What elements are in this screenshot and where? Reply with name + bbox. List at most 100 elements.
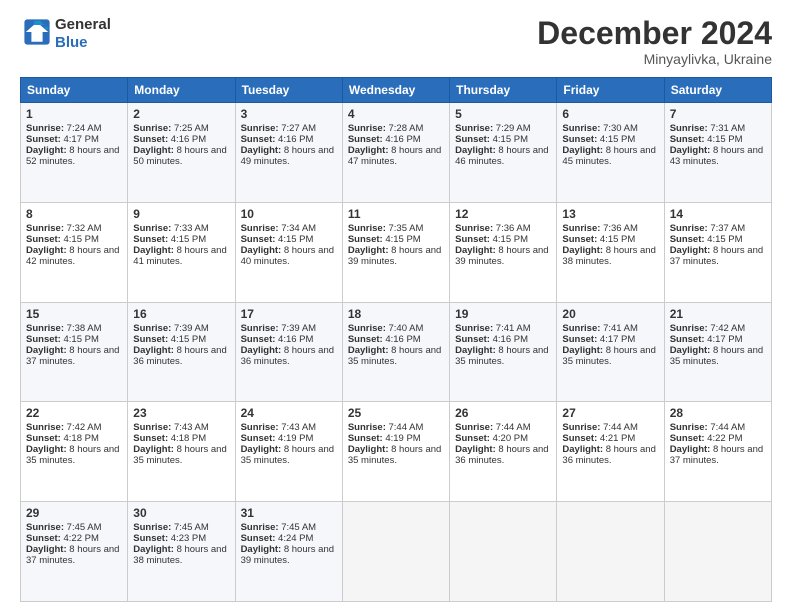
page: General Blue December 2024 Minyaylivka, … bbox=[0, 0, 792, 612]
sunset-label: Sunset: bbox=[241, 234, 278, 245]
sunrise-label: Sunrise: bbox=[241, 522, 282, 533]
table-row: 28 Sunrise: 7:44 AM Sunset: 4:22 PM Dayl… bbox=[664, 402, 771, 502]
day-number: 27 bbox=[562, 406, 658, 420]
sunset-label: Sunset: bbox=[26, 134, 63, 145]
sunrise-label: Sunrise: bbox=[133, 323, 174, 334]
col-sunday: Sunday bbox=[21, 78, 128, 103]
sunset-value: 4:15 PM bbox=[171, 234, 206, 245]
sunset-label: Sunset: bbox=[241, 334, 278, 345]
sunset-value: 4:16 PM bbox=[385, 334, 420, 345]
sunset-value: 4:15 PM bbox=[385, 234, 420, 245]
sunset-label: Sunset: bbox=[133, 433, 170, 444]
table-row: 17 Sunrise: 7:39 AM Sunset: 4:16 PM Dayl… bbox=[235, 302, 342, 402]
daylight-label: Daylight: bbox=[348, 444, 391, 455]
daylight-label: Daylight: bbox=[133, 544, 176, 555]
daylight-label: Daylight: bbox=[241, 245, 284, 256]
daylight-label: Daylight: bbox=[670, 345, 713, 356]
sunrise-label: Sunrise: bbox=[26, 522, 67, 533]
sunrise-value: 7:45 AM bbox=[281, 522, 316, 533]
table-row: 26 Sunrise: 7:44 AM Sunset: 4:20 PM Dayl… bbox=[450, 402, 557, 502]
daylight-label: Daylight: bbox=[562, 245, 605, 256]
sunrise-value: 7:39 AM bbox=[281, 323, 316, 334]
sunrise-label: Sunrise: bbox=[133, 223, 174, 234]
table-row: 4 Sunrise: 7:28 AM Sunset: 4:16 PM Dayli… bbox=[342, 103, 449, 203]
table-row: 11 Sunrise: 7:35 AM Sunset: 4:15 PM Dayl… bbox=[342, 202, 449, 302]
sunrise-value: 7:36 AM bbox=[496, 223, 531, 234]
sunset-value: 4:15 PM bbox=[493, 134, 528, 145]
sunrise-label: Sunrise: bbox=[670, 123, 711, 134]
table-row: 18 Sunrise: 7:40 AM Sunset: 4:16 PM Dayl… bbox=[342, 302, 449, 402]
sunset-value: 4:15 PM bbox=[493, 234, 528, 245]
sunset-label: Sunset: bbox=[241, 433, 278, 444]
sunset-label: Sunset: bbox=[26, 533, 63, 544]
title-block: December 2024 Minyaylivka, Ukraine bbox=[537, 16, 772, 67]
daylight-label: Daylight: bbox=[455, 444, 498, 455]
table-row bbox=[450, 502, 557, 602]
day-number: 24 bbox=[241, 406, 337, 420]
sunset-value: 4:15 PM bbox=[707, 134, 742, 145]
sunset-value: 4:15 PM bbox=[63, 334, 98, 345]
sunset-label: Sunset: bbox=[133, 134, 170, 145]
sunrise-label: Sunrise: bbox=[455, 422, 496, 433]
daylight-label: Daylight: bbox=[26, 245, 69, 256]
sunrise-value: 7:35 AM bbox=[389, 223, 424, 234]
daylight-label: Daylight: bbox=[670, 444, 713, 455]
daylight-label: Daylight: bbox=[670, 145, 713, 156]
sunrise-label: Sunrise: bbox=[562, 123, 603, 134]
day-number: 30 bbox=[133, 506, 229, 520]
col-saturday: Saturday bbox=[664, 78, 771, 103]
sunrise-value: 7:44 AM bbox=[389, 422, 424, 433]
location: Minyaylivka, Ukraine bbox=[537, 51, 772, 67]
sunrise-value: 7:44 AM bbox=[496, 422, 531, 433]
sunset-value: 4:24 PM bbox=[278, 533, 313, 544]
sunrise-value: 7:42 AM bbox=[710, 323, 745, 334]
sunset-value: 4:15 PM bbox=[63, 234, 98, 245]
day-number: 1 bbox=[26, 107, 122, 121]
sunset-value: 4:23 PM bbox=[171, 533, 206, 544]
sunrise-value: 7:42 AM bbox=[67, 422, 102, 433]
sunrise-value: 7:29 AM bbox=[496, 123, 531, 134]
sunset-value: 4:18 PM bbox=[171, 433, 206, 444]
table-row: 20 Sunrise: 7:41 AM Sunset: 4:17 PM Dayl… bbox=[557, 302, 664, 402]
sunrise-label: Sunrise: bbox=[670, 323, 711, 334]
table-row: 8 Sunrise: 7:32 AM Sunset: 4:15 PM Dayli… bbox=[21, 202, 128, 302]
sunrise-label: Sunrise: bbox=[26, 123, 67, 134]
sunrise-label: Sunrise: bbox=[562, 422, 603, 433]
sunrise-value: 7:32 AM bbox=[67, 223, 102, 234]
table-row: 6 Sunrise: 7:30 AM Sunset: 4:15 PM Dayli… bbox=[557, 103, 664, 203]
sunrise-label: Sunrise: bbox=[26, 323, 67, 334]
day-number: 26 bbox=[455, 406, 551, 420]
daylight-label: Daylight: bbox=[348, 245, 391, 256]
sunset-label: Sunset: bbox=[455, 433, 492, 444]
daylight-label: Daylight: bbox=[133, 345, 176, 356]
sunset-value: 4:16 PM bbox=[171, 134, 206, 145]
daylight-label: Daylight: bbox=[562, 145, 605, 156]
daylight-label: Daylight: bbox=[133, 245, 176, 256]
daylight-label: Daylight: bbox=[241, 444, 284, 455]
sunset-value: 4:15 PM bbox=[171, 334, 206, 345]
sunset-value: 4:17 PM bbox=[707, 334, 742, 345]
sunrise-label: Sunrise: bbox=[455, 223, 496, 234]
sunrise-value: 7:38 AM bbox=[67, 323, 102, 334]
sunrise-label: Sunrise: bbox=[348, 223, 389, 234]
table-row: 19 Sunrise: 7:41 AM Sunset: 4:16 PM Dayl… bbox=[450, 302, 557, 402]
sunrise-label: Sunrise: bbox=[133, 422, 174, 433]
table-row: 7 Sunrise: 7:31 AM Sunset: 4:15 PM Dayli… bbox=[664, 103, 771, 203]
sunrise-value: 7:34 AM bbox=[281, 223, 316, 234]
sunset-label: Sunset: bbox=[670, 433, 707, 444]
sunrise-value: 7:44 AM bbox=[710, 422, 745, 433]
sunrise-value: 7:27 AM bbox=[281, 123, 316, 134]
sunrise-value: 7:30 AM bbox=[603, 123, 638, 134]
table-row: 14 Sunrise: 7:37 AM Sunset: 4:15 PM Dayl… bbox=[664, 202, 771, 302]
sunrise-label: Sunrise: bbox=[241, 223, 282, 234]
day-number: 23 bbox=[133, 406, 229, 420]
calendar-week-row: 22 Sunrise: 7:42 AM Sunset: 4:18 PM Dayl… bbox=[21, 402, 772, 502]
sunset-value: 4:18 PM bbox=[63, 433, 98, 444]
calendar-week-row: 29 Sunrise: 7:45 AM Sunset: 4:22 PM Dayl… bbox=[21, 502, 772, 602]
sunset-label: Sunset: bbox=[133, 334, 170, 345]
day-number: 18 bbox=[348, 307, 444, 321]
sunrise-label: Sunrise: bbox=[348, 422, 389, 433]
table-row: 25 Sunrise: 7:44 AM Sunset: 4:19 PM Dayl… bbox=[342, 402, 449, 502]
sunrise-value: 7:24 AM bbox=[67, 123, 102, 134]
day-number: 22 bbox=[26, 406, 122, 420]
